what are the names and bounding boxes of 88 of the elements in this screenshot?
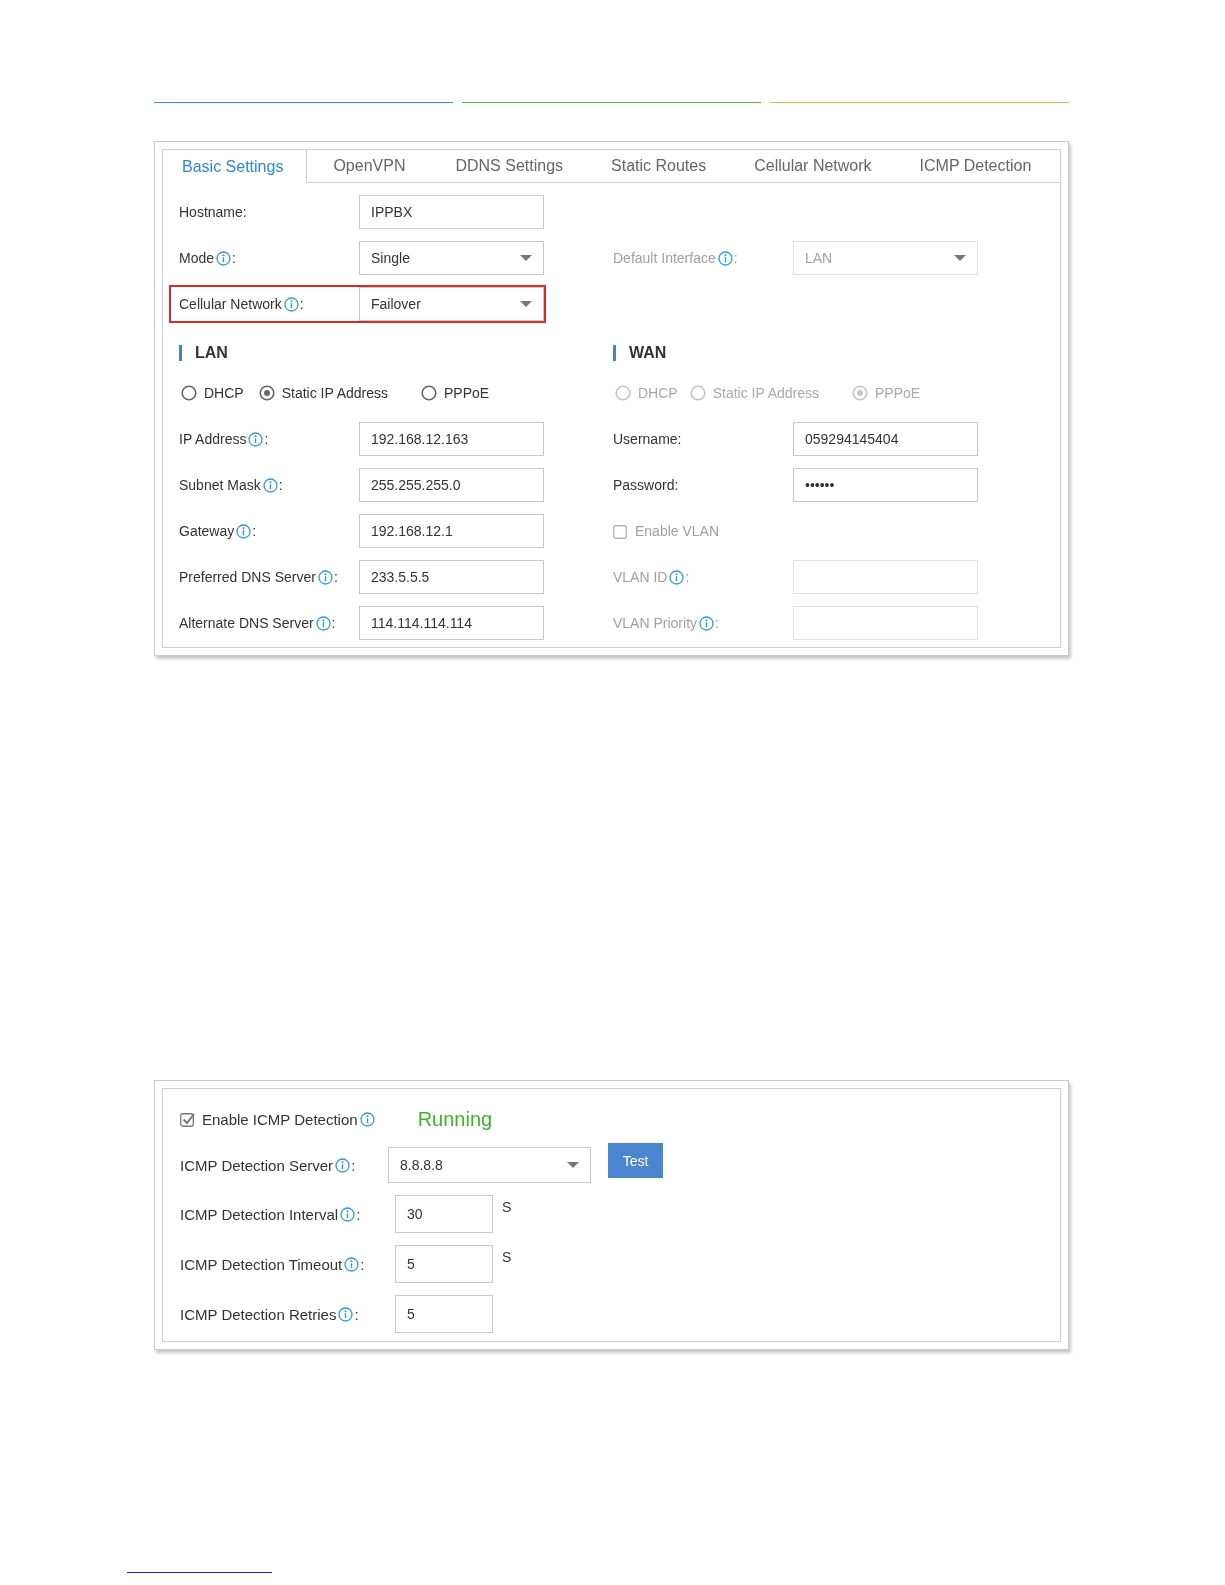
- label-colon: :: [278, 477, 283, 493]
- field-label: Alternate DNS Server: [179, 615, 314, 631]
- field-label: IP Address: [179, 431, 247, 447]
- dropdown[interactable]: 8.8.8.8: [388, 1147, 591, 1183]
- unit-label: S: [502, 1199, 512, 1215]
- unit-label: S: [502, 1249, 512, 1265]
- info-icon: [340, 1206, 356, 1222]
- radio-button[interactable]: [258, 385, 275, 401]
- section-marker: [613, 345, 616, 361]
- field-label: ICMP Detection Server: [180, 1156, 334, 1174]
- field-label: Gateway: [179, 523, 235, 539]
- label-colon: :: [677, 431, 682, 447]
- field-label: ICMP Detection Retries: [180, 1305, 337, 1323]
- info-icon: [216, 250, 232, 266]
- info-icon: [262, 477, 278, 493]
- field-label: Mode: [179, 250, 215, 266]
- field-label: ICMP Detection Interval: [180, 1205, 339, 1223]
- status-text: Running: [417, 1107, 493, 1131]
- caret-icon: [954, 254, 966, 262]
- input-field[interactable]: IPPBX: [359, 195, 544, 229]
- field-label: VLAN Priority: [613, 615, 698, 631]
- section-marker: [179, 345, 182, 361]
- label-colon: :: [715, 615, 719, 631]
- tab[interactable]: Basic Settings: [163, 150, 308, 183]
- label-colon: :: [733, 250, 738, 266]
- input-field[interactable]: 192.168.12.163: [359, 422, 544, 456]
- label-colon: :: [252, 523, 257, 539]
- section-title: WAN: [629, 344, 667, 362]
- field-label: Hostname: [179, 204, 243, 220]
- info-icon: [335, 1157, 351, 1173]
- radio-option[interactable]: Static IP Address: [258, 383, 389, 403]
- field-label: Username: [613, 431, 678, 447]
- dropdown[interactable]: Single: [359, 241, 544, 275]
- info-icon: [236, 523, 252, 539]
- tab[interactable]: Static Routes: [587, 150, 731, 182]
- info-icon: [359, 1111, 375, 1127]
- tab[interactable]: Cellular Network: [730, 150, 896, 182]
- info-icon: [344, 1256, 360, 1272]
- input-field[interactable]: 114.114.114.114: [359, 606, 544, 640]
- radio-option[interactable]: DHCP: [181, 383, 244, 403]
- label-colon: :: [242, 204, 247, 220]
- tab[interactable]: DDNS Settings: [431, 150, 588, 182]
- info-icon: [338, 1306, 354, 1322]
- tab[interactable]: OpenVPN: [307, 150, 432, 182]
- input-field[interactable]: 192.168.12.1: [359, 514, 544, 548]
- label-colon: :: [232, 250, 236, 266]
- label-colon: :: [264, 431, 269, 447]
- input-field[interactable]: 255.255.255.0: [359, 468, 544, 502]
- test-button[interactable]: Test: [608, 1143, 663, 1178]
- label-colon: :: [333, 569, 338, 585]
- info-icon: [669, 569, 685, 585]
- input-field[interactable]: 233.5.5.5: [359, 560, 544, 594]
- label-colon: :: [354, 1305, 359, 1323]
- label-colon: :: [360, 1255, 365, 1273]
- info-icon: [699, 615, 715, 631]
- checkbox[interactable]: Enable ICMP Detection: [180, 1110, 358, 1128]
- checkbox-icon[interactable]: [180, 1111, 195, 1127]
- caret-icon: [567, 1161, 579, 1169]
- label-colon: :: [299, 296, 304, 312]
- info-icon: [315, 615, 331, 631]
- input-field[interactable]: 5: [395, 1245, 493, 1283]
- label-colon: :: [331, 615, 336, 631]
- radio-option[interactable]: PPPoE: [421, 383, 490, 403]
- radio-button[interactable]: [181, 385, 197, 401]
- field-label: Subnet Mask: [179, 477, 261, 493]
- input-field[interactable]: 5: [395, 1295, 493, 1333]
- caret-icon: [520, 254, 532, 262]
- info-icon: [283, 296, 299, 312]
- field-label: Preferred DNS Server: [179, 569, 316, 585]
- input-field[interactable]: 30: [395, 1195, 493, 1233]
- field-label: Cellular Network: [179, 296, 282, 312]
- field-label: Default Interface: [613, 250, 716, 266]
- section-title: LAN: [195, 344, 228, 362]
- info-icon: [248, 431, 264, 447]
- dropdown[interactable]: Failover: [359, 287, 544, 321]
- tab[interactable]: ICMP Detection: [895, 150, 1056, 182]
- label-colon: :: [356, 1205, 361, 1223]
- label-colon: :: [351, 1156, 356, 1174]
- field-label: VLAN ID: [613, 569, 668, 585]
- caret-icon: [520, 300, 532, 308]
- password-field[interactable]: ••••••: [793, 468, 978, 502]
- label-colon: :: [674, 477, 679, 493]
- label-colon: :: [685, 569, 690, 585]
- info-icon: [717, 250, 733, 266]
- input-field[interactable]: 059294145404: [793, 422, 978, 456]
- info-icon: [317, 569, 333, 585]
- field-label: ICMP Detection Timeout: [180, 1255, 343, 1273]
- radio-button[interactable]: [421, 385, 438, 401]
